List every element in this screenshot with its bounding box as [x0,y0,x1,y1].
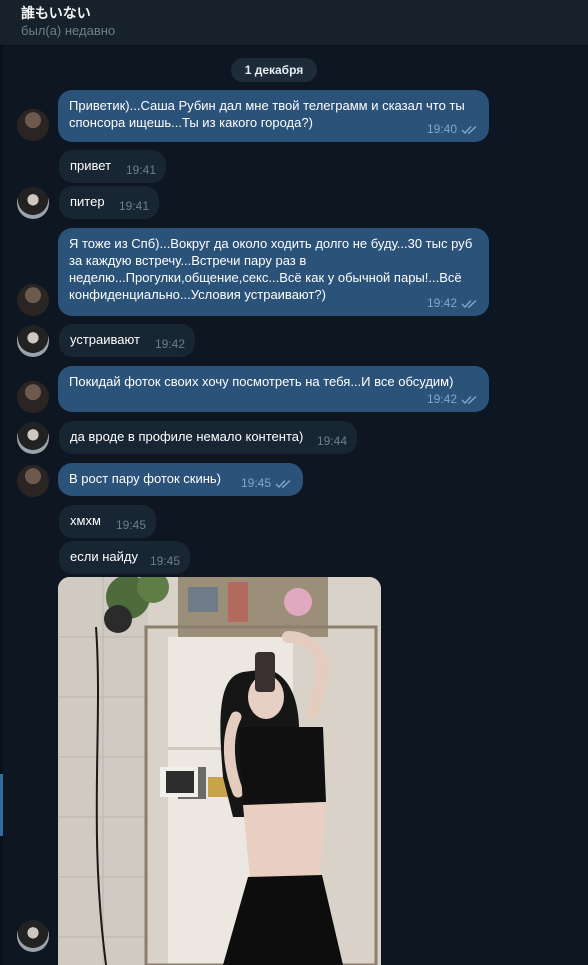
message-bubble-incoming[interactable]: питер 19:41 [59,186,159,219]
message-time: 19:45 [149,554,180,568]
sender-avatar[interactable] [17,325,49,357]
message-meta: 19:40 [427,121,479,138]
message-time: 19:41 [118,199,149,213]
message-time: 19:44 [316,434,347,448]
sender-avatar[interactable] [17,187,49,219]
sender-avatar[interactable] [17,109,49,141]
message-time: 19:42 [154,337,185,351]
message-bubble-outgoing[interactable]: Я тоже из Спб)...Вокруг да около ходить … [58,228,489,316]
sender-avatar[interactable] [17,381,49,413]
message-time: 19:45 [240,476,271,490]
sender-avatar[interactable] [17,920,49,952]
message-text: привет [70,158,112,173]
message-bubble-incoming[interactable]: устраивают 19:42 [59,324,195,357]
contact-name[interactable]: 誰もいない [21,3,91,23]
message-meta: 19:45 [241,475,293,492]
message-bubble-incoming[interactable]: да вроде в профиле немало контента) 19:4… [59,421,357,454]
message-bubble-incoming[interactable]: хмхм 19:45 [59,505,156,538]
chat-list-edge [0,46,3,965]
read-ticks-icon [275,479,291,488]
message-text: если найду [70,549,138,564]
chat-header[interactable]: 誰もいない был(а) недавно [0,0,588,46]
contact-status: был(а) недавно [21,23,116,38]
message-time: 19:45 [115,518,146,532]
message-bubble-outgoing[interactable]: Покидай фоток своих хочу посмотреть на т… [58,366,489,412]
message-text: устраивают [70,332,140,347]
photo-image [58,577,381,965]
message-bubble-incoming[interactable]: привет 19:41 [59,150,166,183]
read-ticks-icon [461,125,477,134]
message-meta: 19:42 [427,391,479,408]
photo-message[interactable] [58,577,381,965]
message-time: 19:41 [125,163,156,177]
message-meta: 19:42 [427,295,479,312]
message-bubble-outgoing[interactable]: В рост пару фоток скинь) 19:45 [58,463,303,496]
sender-avatar[interactable] [17,284,49,316]
message-time: 19:42 [426,392,457,406]
message-text: Я тоже из Спб)...Вокруг да около ходить … [69,236,473,302]
message-text: В рост пару фоток скинь) [69,471,221,486]
read-ticks-icon [461,395,477,404]
message-time: 19:40 [426,122,457,136]
message-text: Покидай фоток своих хочу посмотреть на т… [69,374,454,389]
message-time: 19:42 [426,296,457,310]
message-bubble-outgoing[interactable]: Приветик)...Саша Рубин дал мне твой теле… [58,90,489,142]
message-text: питер [70,194,105,209]
message-text: Приветик)...Саша Рубин дал мне твой теле… [69,98,465,130]
sender-avatar[interactable] [17,422,49,454]
scroll-indicator[interactable] [0,774,3,836]
sender-avatar[interactable] [17,465,49,497]
message-text: да вроде в профиле немало контента) [70,429,304,444]
date-separator: 1 декабря [231,58,317,82]
message-text: хмхм [70,513,101,528]
read-ticks-icon [461,299,477,308]
message-bubble-incoming[interactable]: если найду 19:45 [59,541,190,574]
